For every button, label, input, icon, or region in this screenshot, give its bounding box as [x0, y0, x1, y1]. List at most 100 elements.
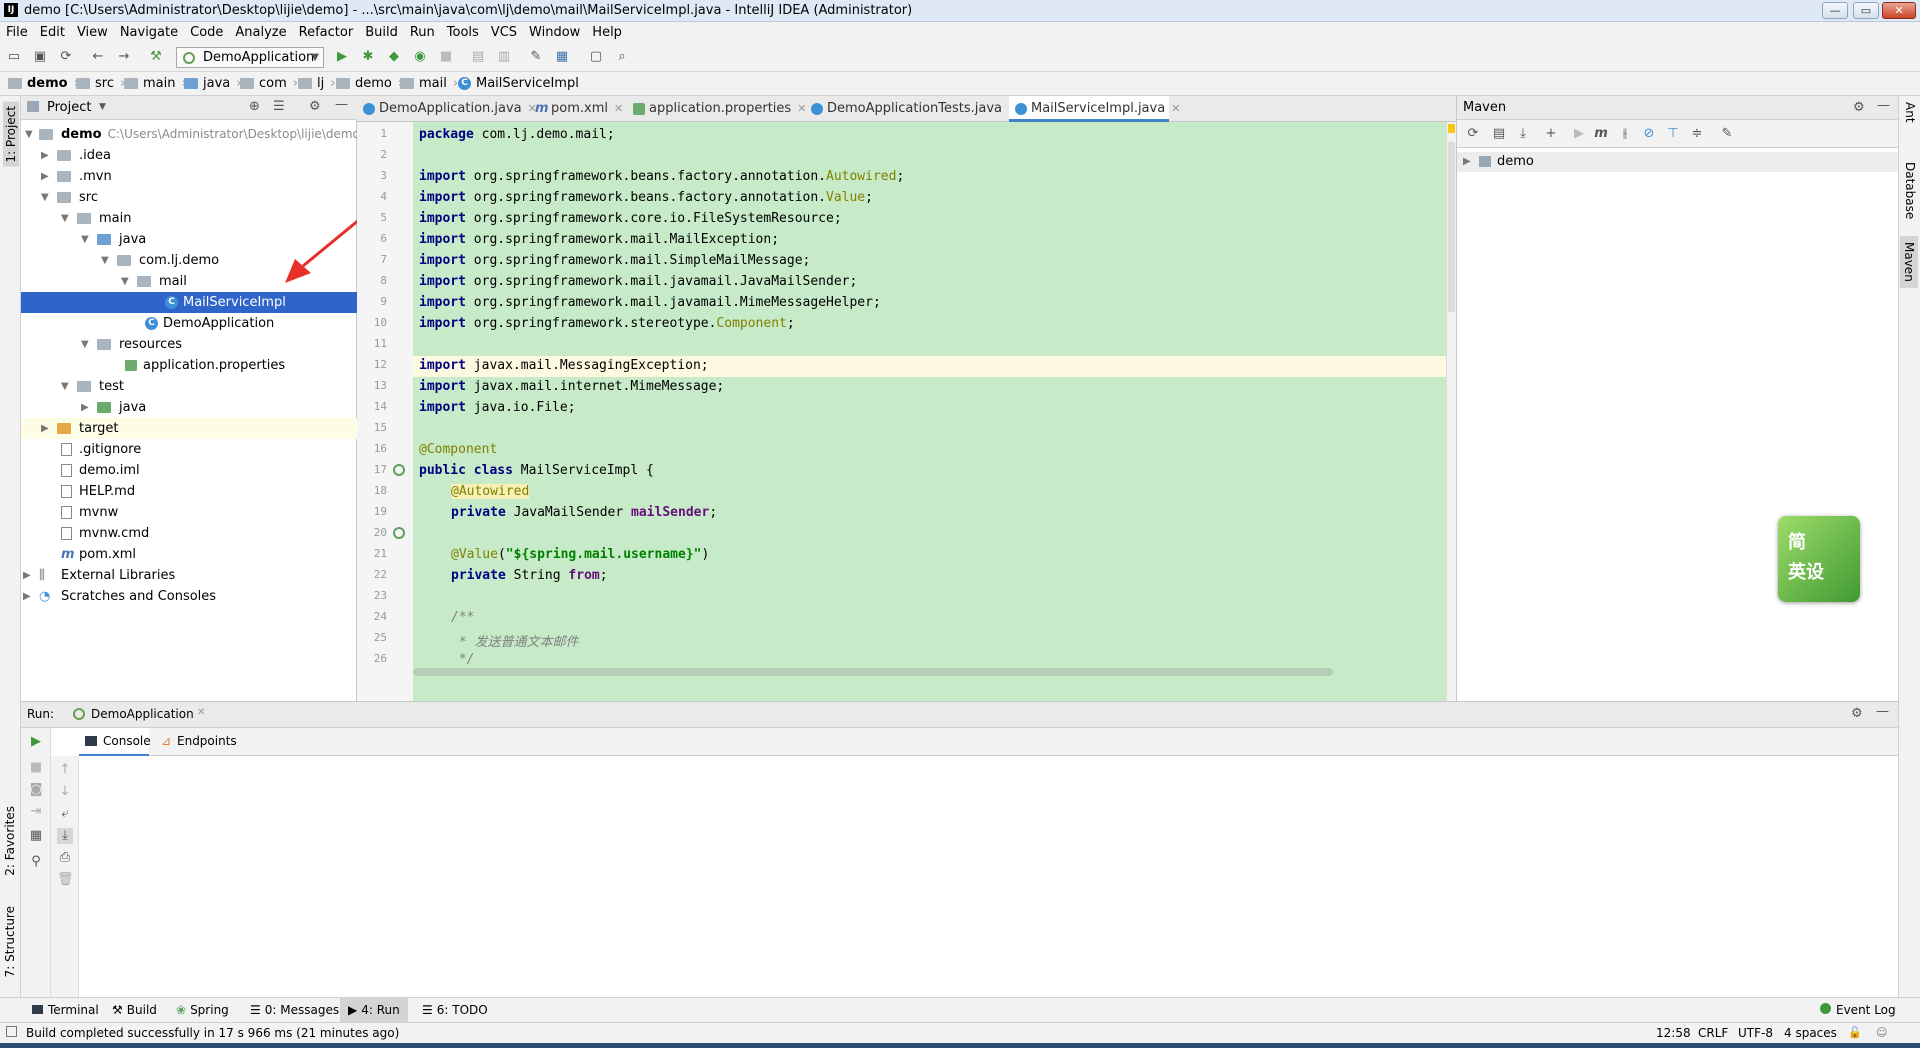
floating-ime-widget[interactable]: 简 英设	[1778, 516, 1860, 602]
breadcrumb-item[interactable]: com ›	[240, 76, 298, 91]
tree-item-mvnw-cmd[interactable]: mvnw.cmd	[21, 523, 357, 544]
code-editor[interactable]: package com.lj.demo.mail; import org.spr…	[413, 122, 1456, 702]
event-log-button[interactable]: Event Log	[1820, 1003, 1896, 1017]
sync-icon[interactable]: ⟳	[58, 49, 74, 65]
tab-pom-xml[interactable]: m pom.xml ✕	[529, 96, 627, 122]
forward-icon[interactable]: →	[116, 49, 132, 65]
tab-demoapplication-java[interactable]: DemoApplication.java ✕	[357, 96, 537, 122]
terminal-tool-button[interactable]: Terminal	[32, 1003, 99, 1017]
menu-edit[interactable]: Edit	[34, 22, 71, 40]
vertical-scrollbar[interactable]	[1446, 122, 1456, 702]
toggle-offline-icon[interactable]: ⫲	[1617, 126, 1633, 142]
stop-icon[interactable]: ■	[438, 49, 454, 65]
wrench-icon[interactable]: ✎	[528, 49, 544, 65]
menu-help[interactable]: Help	[586, 22, 628, 40]
file-encoding[interactable]: UTF-8	[1738, 1026, 1773, 1040]
gear-icon[interactable]: ⚙	[1851, 706, 1863, 721]
print-icon[interactable]: ⎙	[57, 850, 73, 866]
stop-icon[interactable]: ■	[28, 760, 44, 776]
tab-mailserviceimpl-java[interactable]: MailServiceImpl.java ✕	[1009, 96, 1180, 122]
menu-window[interactable]: Window	[523, 22, 586, 40]
wrench-icon[interactable]: ✎	[1719, 126, 1735, 142]
frame-icon[interactable]: ▢	[588, 49, 604, 65]
run-icon[interactable]: ▶	[1571, 126, 1587, 142]
horizontal-scrollbar[interactable]	[413, 668, 1333, 676]
breadcrumb-item[interactable]: demo›	[8, 76, 79, 91]
pin-icon[interactable]: ⚲	[28, 854, 44, 870]
tab-demoapplicationtests-java[interactable]: DemoApplicationTests.java✕	[805, 96, 1017, 122]
camera-icon[interactable]: ◙	[28, 782, 44, 798]
collapse-all-icon[interactable]: ≑	[1689, 126, 1705, 142]
messages-tool-button[interactable]: ☰ 0: Messages	[250, 1003, 339, 1017]
build-tool-button[interactable]: ⚒ Build	[112, 1003, 157, 1017]
menu-tools[interactable]: Tools	[441, 22, 485, 40]
save-icon[interactable]: ▣	[32, 49, 48, 65]
favorites-tool-tab[interactable]: 2: Favorites	[3, 806, 17, 876]
trash-icon[interactable]: 🗑	[57, 872, 74, 888]
inspector-icon[interactable]: ☺	[1876, 1026, 1887, 1039]
database-tool-tab[interactable]: Database	[1903, 162, 1917, 219]
debug-icon[interactable]: ✱	[360, 49, 376, 65]
arrow-up-icon[interactable]: ↑	[57, 762, 73, 778]
run-tool-button[interactable]: ▶ 4: Run	[340, 998, 408, 1023]
menu-code[interactable]: Code	[184, 22, 229, 40]
close-icon[interactable]: ✕	[1171, 102, 1180, 115]
hammer-icon[interactable]: ⚒	[148, 49, 164, 65]
soft-wrap-icon[interactable]: ⤶	[57, 806, 73, 822]
tab-endpoints[interactable]: ⊿ Endpoints	[159, 728, 249, 756]
folder-open-icon[interactable]: ▭	[6, 49, 22, 65]
menu-navigate[interactable]: Navigate	[114, 22, 184, 40]
coverage-icon[interactable]: ◆	[386, 49, 402, 65]
run-configuration-select[interactable]: DemoApplication ▼	[176, 47, 324, 68]
indent-setting[interactable]: 4 spaces	[1784, 1026, 1837, 1040]
rerun-icon[interactable]: ▶	[28, 734, 44, 750]
lock-icon[interactable]: 🔓	[1848, 1026, 1862, 1039]
vcs-update-icon[interactable]: ▤	[470, 49, 486, 65]
line-separator[interactable]: CRLF	[1698, 1026, 1728, 1040]
autowired-gutter-icon[interactable]	[393, 527, 405, 539]
menu-run[interactable]: Run	[404, 22, 441, 40]
menu-view[interactable]: View	[71, 22, 114, 40]
scroll-to-end-icon[interactable]: ⤓	[57, 828, 73, 844]
run-icon[interactable]: ▶	[334, 49, 350, 65]
tree-item-gitignore[interactable]: .gitignore	[21, 439, 357, 460]
show-dependencies-icon[interactable]: ⊤	[1665, 126, 1681, 142]
skip-tests-icon[interactable]: ⊘	[1641, 126, 1657, 142]
hide-icon[interactable]: —	[1876, 704, 1889, 719]
caret-position[interactable]: 12:58	[1656, 1026, 1691, 1040]
breadcrumb-item[interactable]: C MailServiceImpl	[458, 76, 579, 91]
menu-vcs[interactable]: VCS	[485, 22, 523, 40]
add-icon[interactable]: +	[1543, 126, 1559, 142]
layout-icon[interactable]: ▦	[28, 828, 44, 844]
spring-tool-button[interactable]: ❀ Spring	[176, 1003, 229, 1017]
scrollbar-thumb[interactable]	[1448, 142, 1455, 312]
ant-tool-tab[interactable]: Ant	[1903, 102, 1917, 123]
profile-icon[interactable]: ◉	[412, 49, 428, 65]
breadcrumb-item[interactable]: mail ›	[400, 76, 458, 91]
maximize-button[interactable]: ▭	[1853, 2, 1879, 19]
back-icon[interactable]: ←	[90, 49, 106, 65]
hide-icon[interactable]: —	[1877, 94, 1890, 118]
menu-refactor[interactable]: Refactor	[293, 22, 360, 40]
breadcrumb-item[interactable]: main›	[124, 76, 187, 91]
tree-item-external-libraries[interactable]: ▶ ⫼ External Libraries	[21, 565, 357, 586]
maven-tree-item-demo[interactable]: ▶ demo	[1457, 152, 1899, 172]
tab-application-properties[interactable]: application.properties ✕	[627, 96, 806, 122]
reload-icon[interactable]: ⟳	[1465, 126, 1481, 142]
gear-icon[interactable]: ⚙	[1853, 96, 1865, 120]
spring-bean-gutter-icon[interactable]	[393, 464, 405, 476]
breadcrumb-item[interactable]: java ›	[184, 76, 241, 91]
tree-item-target[interactable]: ▶ target	[21, 418, 357, 439]
close-icon[interactable]: ✕	[614, 102, 623, 115]
tree-item-help-md[interactable]: HELP.md	[21, 481, 357, 502]
search-icon[interactable]: ⌕	[614, 49, 630, 65]
structure-tool-tab[interactable]: 7: Structure	[3, 906, 17, 977]
menu-build[interactable]: Build	[359, 22, 404, 40]
warning-marker-icon[interactable]	[1448, 124, 1455, 133]
tab-console[interactable]: Console	[79, 728, 151, 756]
vcs-commit-icon[interactable]: ▥	[496, 49, 512, 65]
status-message[interactable]: Build completed successfully in 17 s 966…	[26, 1026, 399, 1040]
menu-analyze[interactable]: Analyze	[229, 22, 292, 40]
tree-item-test-java[interactable]: ▶ java	[21, 397, 357, 418]
execute-goal-icon[interactable]: m	[1593, 126, 1609, 142]
